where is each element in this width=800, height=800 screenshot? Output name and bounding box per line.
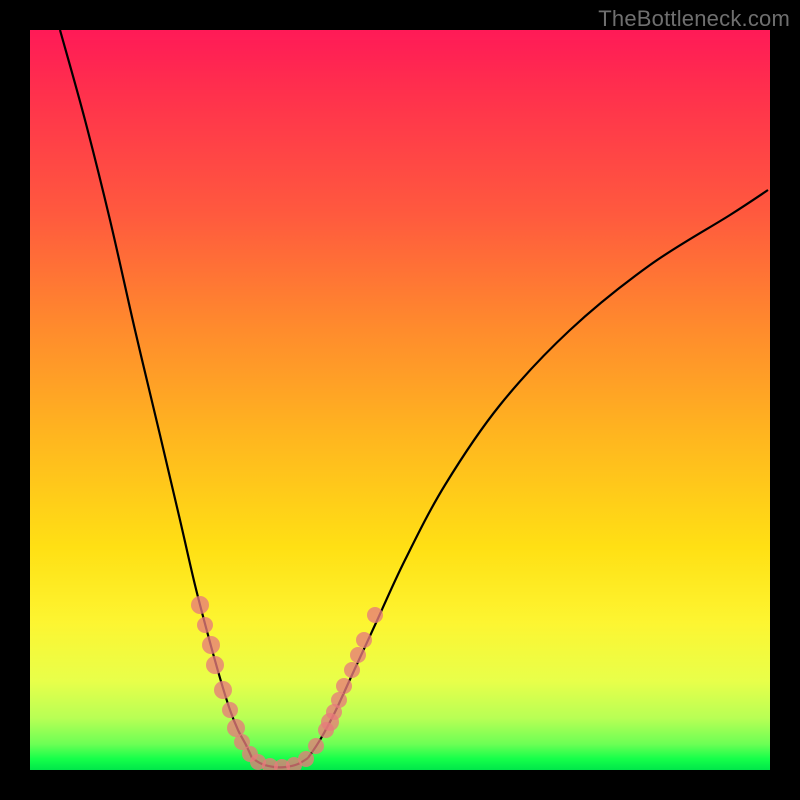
curve-left-branch — [60, 30, 252, 758]
data-marker — [298, 751, 314, 767]
data-marker — [197, 617, 213, 633]
data-marker — [331, 692, 347, 708]
data-marker — [367, 607, 383, 623]
plot-area — [30, 30, 770, 770]
chart-svg — [30, 30, 770, 770]
curve-right-branch — [308, 190, 768, 758]
data-marker — [344, 662, 360, 678]
data-marker — [222, 702, 238, 718]
data-marker — [202, 636, 220, 654]
data-marker — [318, 722, 334, 738]
watermark-text: TheBottleneck.com — [598, 6, 790, 32]
data-marker — [206, 656, 224, 674]
data-marker — [214, 681, 232, 699]
data-marker — [308, 738, 324, 754]
data-marker — [356, 632, 372, 648]
data-marker — [336, 678, 352, 694]
data-markers — [191, 596, 383, 770]
bottleneck-curve — [60, 30, 768, 767]
data-marker — [350, 647, 366, 663]
chart-frame: TheBottleneck.com — [0, 0, 800, 800]
data-marker — [191, 596, 209, 614]
